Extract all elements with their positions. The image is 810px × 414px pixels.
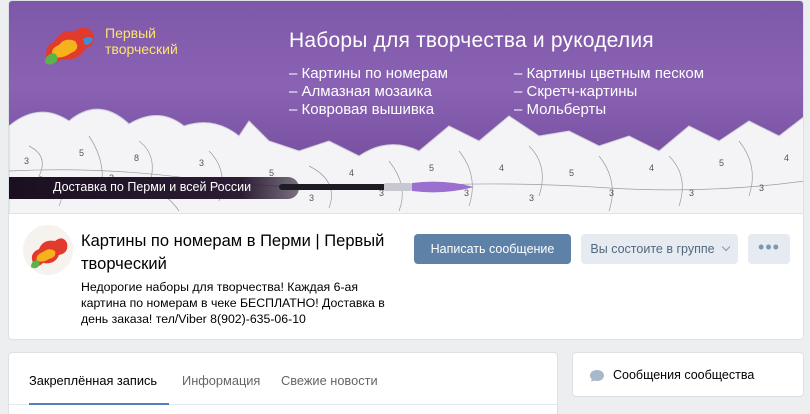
list-item: – Алмазная мозаика [289, 83, 432, 100]
svg-text:5: 5 [79, 148, 84, 158]
svg-text:3: 3 [759, 183, 764, 193]
svg-text:8: 8 [134, 153, 139, 163]
write-message-button[interactable]: Написать сообщение [414, 234, 571, 264]
svg-text:4: 4 [499, 163, 504, 173]
community-messages-label: Сообщения сообщества [613, 368, 755, 382]
list-item: – Скретч-картины [514, 83, 638, 100]
cover-title: Наборы для творчества и рукоделия [289, 29, 654, 52]
group-avatar[interactable] [23, 225, 73, 275]
svg-text:3: 3 [529, 193, 534, 203]
svg-text:4: 4 [649, 163, 654, 173]
svg-text:3: 3 [199, 158, 204, 168]
svg-text:5: 5 [429, 163, 434, 173]
logo-icon [45, 27, 94, 65]
group-status: Недорогие наборы для творчества! Каждая … [81, 280, 385, 326]
more-actions-button[interactable]: ••• [748, 234, 790, 264]
svg-text:5: 5 [569, 168, 574, 178]
group-header-card: 345 385 335 343 534 353 435 34 Первый тв… [8, 0, 804, 340]
avatar-logo-icon [31, 238, 68, 269]
tab-pinned-post[interactable]: Закреплённая запись [29, 373, 157, 388]
membership-dropdown[interactable]: Вы состоите в группе [581, 234, 738, 264]
svg-text:4: 4 [784, 153, 789, 163]
list-item: – Мольберты [514, 101, 607, 118]
logo-text: Первый творческий [105, 25, 178, 57]
tab-information[interactable]: Информация [182, 373, 260, 388]
active-tab-indicator [29, 403, 169, 405]
chevron-down-icon [721, 242, 730, 252]
group-title: Картины по номерам в Перми | Первый твор… [81, 232, 385, 273]
svg-text:3: 3 [24, 156, 29, 166]
list-item: – Ковровая вышивка [289, 101, 435, 118]
list-item: – Картины по номерам [289, 65, 448, 82]
product-list-left: – Картины по номерам – Алмазная мозаика … [289, 65, 448, 119]
delivery-text: Доставка по Перми и всей России [53, 180, 252, 194]
svg-text:5: 5 [719, 158, 724, 168]
list-item: – Картины цветным песком [514, 65, 705, 82]
product-list-right: – Картины цветным песком – Скретч-картин… [514, 65, 704, 119]
community-messages-link[interactable]: Сообщения сообщества [572, 352, 804, 397]
wall-tabs-card: Закреплённая запись Информация Свежие но… [8, 352, 558, 414]
svg-text:3: 3 [689, 188, 694, 198]
tab-latest-news[interactable]: Свежие новости [281, 373, 378, 388]
cover-image: 345 385 335 343 534 353 435 34 Первый тв… [9, 1, 803, 214]
svg-text:3: 3 [609, 188, 614, 198]
brush-icon [279, 181, 474, 193]
chat-bubble-icon [590, 370, 604, 382]
membership-label: Вы состоите в группе [590, 242, 715, 256]
